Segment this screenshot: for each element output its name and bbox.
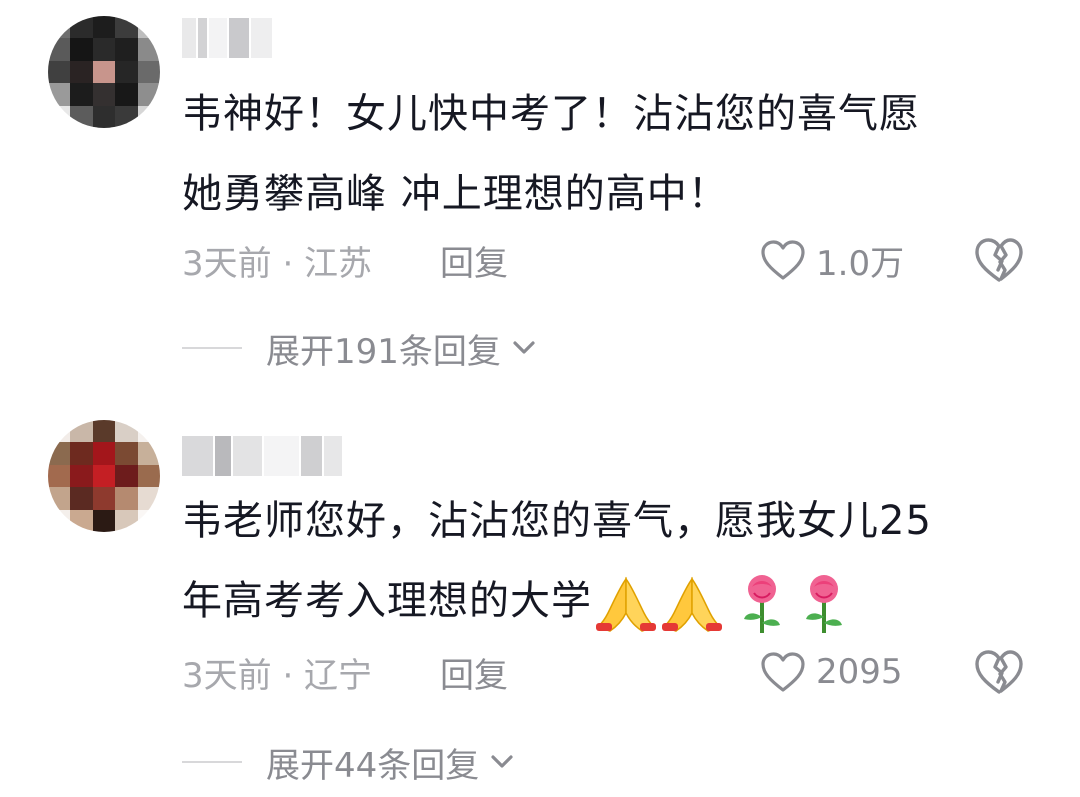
like-button[interactable]: 2095 <box>760 642 903 702</box>
like-count: 2095 <box>816 652 903 692</box>
comment-text-line: 年高考考入理想的大学 <box>182 561 1022 641</box>
broken-heart-icon[interactable] <box>972 645 1026 699</box>
avatar[interactable] <box>48 16 160 128</box>
comment-text: 韦老师您好，沾沾您的喜气，愿我女儿25 年高考考入理想的大学 <box>182 481 1022 641</box>
expand-replies-button[interactable]: 展开191条回复 <box>182 318 539 378</box>
comment-text-line: 韦老师您好，沾沾您的喜气，愿我女儿25 <box>182 498 932 544</box>
username-blurred[interactable] <box>182 18 273 58</box>
reply-button[interactable]: 回复 <box>440 236 508 285</box>
heart-outline-icon <box>761 240 805 280</box>
chevron-down-icon <box>491 755 513 768</box>
reply-button[interactable]: 回复 <box>440 648 508 697</box>
heart-outline-icon <box>761 652 805 692</box>
comment-item: 韦老师您好，沾沾您的喜气，愿我女儿25 年高考考入理想的大学 3天前 · 辽宁 … <box>0 410 1080 797</box>
comment-text-line: 韦神好！女儿快中考了！沾沾您的喜气愿 <box>182 91 920 137</box>
comment-meta: 3天前 · 辽宁 回复 <box>182 642 508 702</box>
chevron-down-icon <box>513 341 535 354</box>
expand-replies-label: 展开191条回复 <box>266 331 501 372</box>
rose-emoji <box>806 575 842 633</box>
comment-text-line: 她勇攀高峰 冲上理想的高中！ <box>182 171 729 217</box>
timestamp-location: 3天前 · 辽宁 <box>182 655 373 696</box>
username-blurred[interactable] <box>182 436 342 476</box>
timestamp-location: 3天前 · 江苏 <box>182 243 373 284</box>
divider <box>182 347 242 349</box>
expand-replies-button[interactable]: 展开44条回复 <box>182 732 517 792</box>
comment-item: 韦神好！女儿快中考了！沾沾您的喜气愿 她勇攀高峰 冲上理想的高中！ 3天前 · … <box>0 0 1080 400</box>
folded-hands-emoji <box>662 576 722 632</box>
comment-text: 韦神好！女儿快中考了！沾沾您的喜气愿 她勇攀高峰 冲上理想的高中！ <box>182 74 1022 234</box>
comment-text-segment: 年高考考入理想的大学 <box>182 578 592 624</box>
divider <box>182 761 242 763</box>
folded-hands-emoji <box>596 576 656 632</box>
avatar[interactable] <box>48 420 160 532</box>
rose-emoji <box>744 575 780 633</box>
broken-heart-icon[interactable] <box>972 233 1026 287</box>
expand-replies-label: 展开44条回复 <box>266 745 480 786</box>
like-button[interactable]: 1.0万 <box>760 230 904 290</box>
comment-meta: 3天前 · 江苏 回复 <box>182 230 508 290</box>
like-count: 1.0万 <box>816 243 905 284</box>
